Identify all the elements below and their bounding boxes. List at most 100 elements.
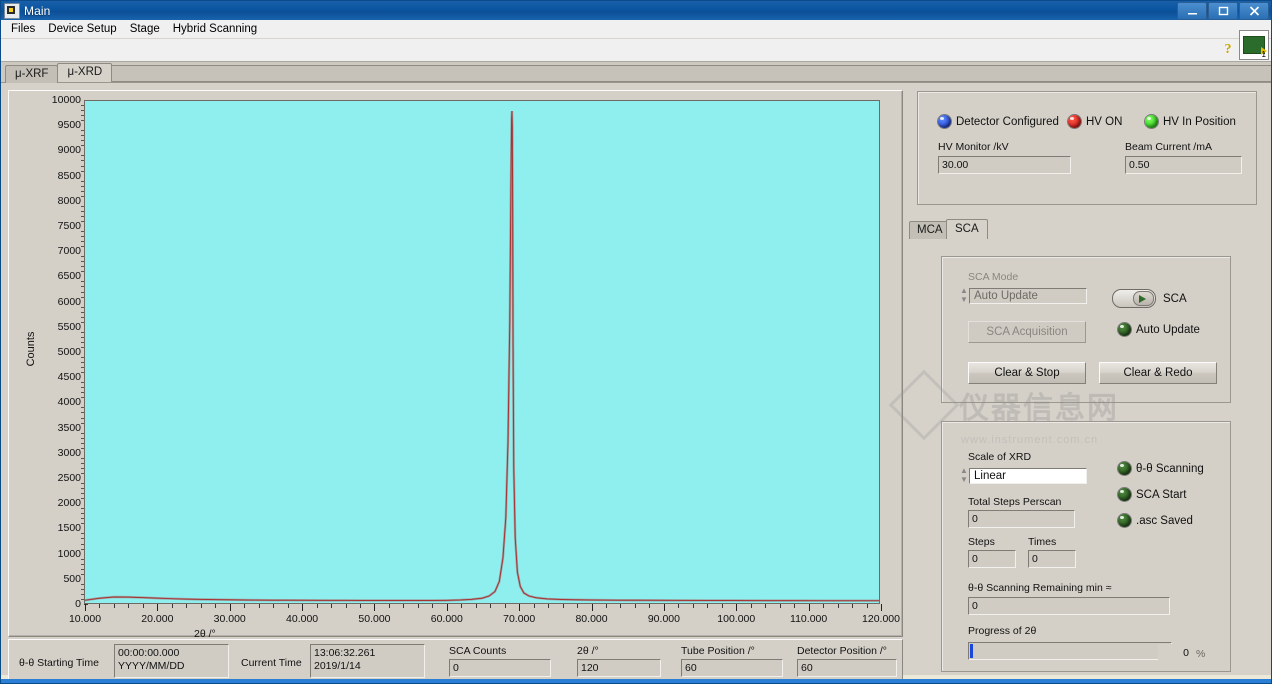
maximize-button[interactable] xyxy=(1208,2,1238,20)
question-mark-icon[interactable]: ? xyxy=(1221,43,1235,59)
x-axis-minor-tick xyxy=(461,604,463,608)
x-axis-major-tick xyxy=(808,604,810,611)
current-time-field[interactable]: 13:06:32.261 2019/1/14 xyxy=(310,644,425,678)
detector-status-group: Detector Configured HV ON HV In Position… xyxy=(917,91,1257,205)
application-window: Main Files Device Setup Stage Hybrid Sca… xyxy=(0,0,1272,684)
asc-saved-led-icon xyxy=(1118,514,1131,527)
beam-current-label: Beam Current /mA xyxy=(1125,141,1212,153)
x-axis-minor-tick xyxy=(707,604,709,608)
theta-scanning-led-row: θ-θ Scanning xyxy=(1118,462,1204,475)
x-axis-minor-tick xyxy=(113,604,115,608)
menu-item-hybrid-scanning[interactable]: Hybrid Scanning xyxy=(168,22,265,37)
title-bar: Main xyxy=(1,1,1271,20)
x-axis-minor-tick xyxy=(186,604,188,608)
led-hv-on: HV ON xyxy=(1068,115,1122,128)
x-axis-major-tick xyxy=(519,604,521,611)
x-axis-minor-tick xyxy=(634,604,636,608)
x-axis-major-tick xyxy=(663,604,665,611)
x-axis-tick: 100.000 xyxy=(717,613,756,625)
x-axis-tick: 20.000 xyxy=(141,613,174,625)
x-axis-tick: 80.000 xyxy=(575,613,608,625)
clear-redo-button[interactable]: Clear & Redo xyxy=(1099,362,1217,384)
x-axis-tick: 60.000 xyxy=(430,613,463,625)
y-axis-tick: 9000 xyxy=(10,144,88,156)
detector-configured-label: Detector Configured xyxy=(956,115,1059,128)
tab-strip-filler xyxy=(110,65,1271,82)
two-theta-label: 2θ /° xyxy=(577,645,599,657)
sca-toggle-label: SCA xyxy=(1163,292,1187,305)
x-axis-minor-tick xyxy=(721,604,723,608)
x-axis-major-tick xyxy=(85,604,86,611)
y-axis-tick: 7500 xyxy=(10,220,88,232)
menu-item-files[interactable]: Files xyxy=(6,22,43,37)
hv-monitor-field[interactable]: 30.00 xyxy=(938,156,1071,174)
x-axis-minor-tick xyxy=(837,604,839,608)
main-tab-strip: μ-XRF μ-XRD xyxy=(1,62,1271,83)
theta-starting-time-label: θ-θ Starting Time xyxy=(19,657,99,669)
progress-bar xyxy=(968,642,1172,660)
sca-mode-label: SCA Mode xyxy=(968,271,1019,283)
total-steps-field[interactable]: 0 xyxy=(968,510,1075,528)
x-axis-minor-tick xyxy=(852,604,854,608)
menu-item-stage[interactable]: Stage xyxy=(125,22,168,37)
current-time-label: Current Time xyxy=(241,657,302,669)
x-axis-minor-tick xyxy=(258,604,260,608)
y-axis-tick: 1000 xyxy=(10,548,88,560)
sca-start-led-icon xyxy=(1118,488,1131,501)
tube-position-field[interactable]: 60 xyxy=(681,659,783,677)
close-button[interactable] xyxy=(1239,2,1269,20)
plot-area[interactable] xyxy=(84,100,880,604)
x-axis-tick: 90.000 xyxy=(647,613,680,625)
taskbar-sliver xyxy=(1,679,1271,683)
sca-counts-field[interactable]: 0 xyxy=(449,659,551,677)
x-axis-minor-tick xyxy=(215,604,217,608)
tab-sca[interactable]: SCA xyxy=(946,219,988,239)
x-axis-minor-tick xyxy=(475,604,477,608)
y-axis-tick: 2000 xyxy=(10,497,88,509)
auto-update-led-icon xyxy=(1118,323,1131,336)
times-field[interactable]: 0 xyxy=(1028,550,1076,568)
y-axis-tick: 6500 xyxy=(10,270,88,282)
x-axis-tick: 10.000 xyxy=(68,613,102,625)
scale-of-xrd-label: Scale of XRD xyxy=(968,451,1032,463)
beam-current-field[interactable]: 0.50 xyxy=(1125,156,1242,174)
x-axis-minor-tick xyxy=(750,604,752,608)
sca-toggle-switch[interactable] xyxy=(1112,289,1156,308)
acq-tab-strip: MCA SCA xyxy=(909,218,1265,239)
current-time-line1: 13:06:32.261 xyxy=(314,647,376,659)
steps-field[interactable]: 0 xyxy=(968,550,1016,568)
theta-starting-time-field[interactable]: 00:00:00.000 YYYY/MM/DD xyxy=(114,644,229,678)
x-axis-minor-tick xyxy=(331,604,333,608)
clear-stop-button[interactable]: Clear & Stop xyxy=(968,362,1086,384)
sca-toggle-row[interactable]: SCA xyxy=(1112,289,1187,308)
x-axis-minor-tick xyxy=(171,604,173,608)
tab-mca[interactable]: MCA xyxy=(909,221,951,239)
y-axis-tick: 4000 xyxy=(10,396,88,408)
menu-item-device-setup[interactable]: Device Setup xyxy=(43,22,124,37)
progress-unit: % xyxy=(1196,648,1206,660)
sca-control-group: SCA Mode ▲ ▼ Auto Update SCA Acquisition … xyxy=(941,256,1231,403)
x-axis-major-tick xyxy=(881,604,882,611)
minimize-button[interactable] xyxy=(1177,2,1207,20)
scale-of-xrd-ring[interactable]: ▲ ▼ Linear xyxy=(959,466,1087,485)
detector-position-field[interactable]: 60 xyxy=(797,659,897,677)
x-axis-tick: 120.000 xyxy=(862,613,900,625)
two-theta-field[interactable]: 120 xyxy=(577,659,661,677)
sca-acquisition-button[interactable]: SCA Acquisition xyxy=(968,321,1086,343)
led-hv-in-position: HV In Position xyxy=(1145,115,1236,128)
x-axis-minor-tick xyxy=(142,604,144,608)
x-axis-minor-tick xyxy=(649,604,651,608)
remaining-min-label: θ-θ Scanning Remaining min ≈ xyxy=(968,582,1112,594)
remaining-min-field[interactable]: 0 xyxy=(968,597,1170,615)
sca-mode-ring[interactable]: ▲ ▼ Auto Update xyxy=(959,286,1087,305)
run-badge: 1 xyxy=(1261,50,1266,59)
hv-monitor-label: HV Monitor /kV xyxy=(938,141,1009,153)
x-axis-minor-tick xyxy=(388,604,390,608)
tab-mu-xrf[interactable]: μ-XRF xyxy=(5,65,59,83)
sca-counts-label: SCA Counts xyxy=(449,645,507,657)
x-axis: 10.000 20.000 30.000 40.000 50.000 60.000 70.0… xyxy=(69,604,900,640)
current-time-line2: 2019/1/14 xyxy=(314,660,361,672)
x-axis-tick: 110.000 xyxy=(790,613,828,625)
labview-run-icon[interactable]: 1 xyxy=(1239,30,1269,60)
tab-mu-xrd[interactable]: μ-XRD xyxy=(57,63,113,82)
